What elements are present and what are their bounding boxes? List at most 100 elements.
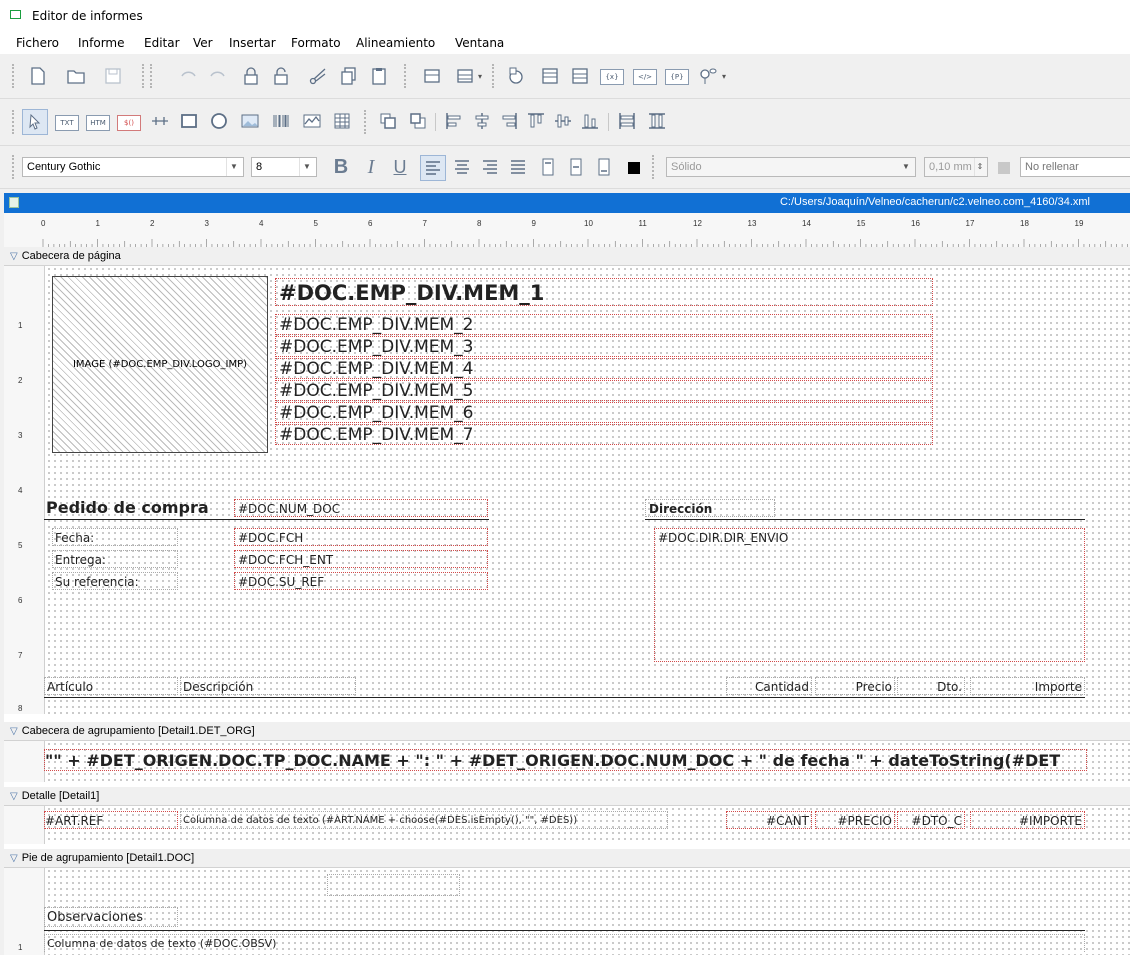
chevron-down-icon[interactable]: ▾ (478, 72, 482, 81)
menu-fichero[interactable]: Fichero (16, 36, 59, 50)
menu-formato[interactable]: Formato (291, 36, 341, 50)
menu-ver[interactable]: Ver (193, 36, 213, 50)
align-top-icon[interactable] (524, 109, 548, 133)
line-color-swatch[interactable] (998, 162, 1010, 174)
col-precio[interactable]: Precio (815, 677, 895, 695)
description-column-field[interactable]: Columna de datos de texto (#ART.NAME + c… (180, 811, 668, 829)
variable-tool-button[interactable]: $() (117, 115, 141, 131)
order-title[interactable]: Pedido de compra (44, 498, 218, 518)
art-ref-field[interactable]: #ART.REF (44, 811, 178, 829)
detail-band-icon[interactable] (568, 64, 592, 88)
code-button[interactable]: </> (633, 69, 657, 85)
barcode-tool-icon[interactable] (269, 109, 293, 133)
align-left-icon[interactable] (442, 109, 466, 133)
precio-field[interactable]: #PRECIO (815, 811, 895, 829)
send-back-icon[interactable] (406, 109, 430, 133)
text-align-right-icon[interactable] (478, 155, 502, 179)
cut-icon[interactable] (306, 64, 330, 88)
redo-icon[interactable] (206, 64, 230, 88)
fch-ent-field[interactable]: #DOC.FCH_ENT (234, 550, 488, 568)
empty-footer-field[interactable] (327, 874, 460, 896)
line-width-spinner[interactable]: 0,10 mm ⇕ (924, 157, 988, 177)
sql-variable-button[interactable]: {x} (600, 69, 624, 85)
line-style-combo[interactable]: Sólido ▼ (666, 157, 916, 177)
align-middle-icon[interactable] (551, 109, 575, 133)
fecha-label[interactable]: Fecha: (52, 528, 178, 546)
text-justify-icon[interactable] (506, 155, 530, 179)
mem1-field[interactable]: #DOC.EMP_DIV.MEM_1 (275, 278, 933, 306)
line-tool-icon[interactable] (148, 109, 172, 133)
same-width-icon[interactable] (615, 109, 639, 133)
collapse-triangle-icon[interactable]: ▽ (10, 726, 18, 737)
table-tool-icon[interactable] (330, 109, 354, 133)
text-color-swatch[interactable] (628, 162, 640, 174)
paste-icon[interactable] (367, 64, 391, 88)
unlock-icon[interactable] (269, 64, 293, 88)
bring-front-icon[interactable] (376, 109, 400, 133)
col-dto[interactable]: Dto. (897, 677, 965, 695)
report-settings-icon[interactable] (504, 64, 528, 88)
open-icon[interactable] (64, 64, 88, 88)
align-bottom-icon[interactable] (578, 109, 602, 133)
valign-middle-icon[interactable] (564, 155, 588, 179)
mem-field[interactable]: #DOC.EMP_DIV.MEM_3 (275, 336, 933, 357)
new-icon[interactable] (26, 64, 50, 88)
page-header-icon[interactable] (538, 64, 562, 88)
section-header-group-footer[interactable]: ▽ Pie de agrupamiento [Detail1.DOC] (4, 849, 1130, 868)
col-cantidad[interactable]: Cantidad (726, 677, 812, 695)
html-tool-button[interactable]: HTM (86, 115, 110, 131)
mem-field[interactable]: #DOC.EMP_DIV.MEM_5 (275, 380, 933, 401)
font-size-combo[interactable]: 8 ▼ (251, 157, 317, 177)
col-importe[interactable]: Importe (970, 677, 1085, 695)
menu-editar[interactable]: Editar (144, 36, 180, 50)
fch-field[interactable]: #DOC.FCH (234, 528, 488, 546)
group-expression-field[interactable]: "" + #DET_ORIGEN.DOC.TP_DOC.NAME + ": " … (44, 749, 1087, 771)
align-center-icon[interactable] (470, 109, 494, 133)
script-icon[interactable] (696, 64, 720, 88)
importe-field[interactable]: #IMPORTE (970, 811, 1085, 829)
select-pointer-icon[interactable] (22, 109, 48, 135)
observaciones-label[interactable]: Observaciones (44, 907, 178, 927)
copy-icon[interactable] (337, 64, 361, 88)
text-align-center-icon[interactable] (450, 155, 474, 179)
mem-field[interactable]: #DOC.EMP_DIV.MEM_6 (275, 402, 933, 423)
mem-field[interactable]: #DOC.EMP_DIV.MEM_7 (275, 424, 933, 445)
collapse-triangle-icon[interactable]: ▽ (10, 251, 18, 262)
parameter-button[interactable]: {P} (665, 69, 689, 85)
fill-combo[interactable]: No rellenar (1020, 157, 1130, 177)
ellipse-tool-icon[interactable] (207, 109, 231, 133)
valign-top-icon[interactable] (536, 155, 560, 179)
su-ref-field[interactable]: #DOC.SU_REF (234, 572, 488, 590)
menu-ventana[interactable]: Ventana (455, 36, 504, 50)
mem-field[interactable]: #DOC.EMP_DIV.MEM_4 (275, 358, 933, 379)
same-height-icon[interactable] (645, 109, 669, 133)
chart-tool-icon[interactable] (300, 109, 324, 133)
section-header-group[interactable]: ▽ Cabecera de agrupamiento [Detail1.DET_O… (4, 722, 1130, 741)
col-articulo[interactable]: Artículo (44, 677, 178, 695)
logo-image-placeholder[interactable]: IMAGE (#DOC.EMP_DIV.LOGO_IMP) (52, 276, 268, 453)
observaciones-field[interactable]: Columna de datos de texto (#DOC.OBSV) (44, 934, 1085, 952)
num-doc-field[interactable]: #DOC.NUM_DOC (234, 499, 488, 517)
image-tool-icon[interactable] (238, 109, 262, 133)
band-menu-icon[interactable] (453, 64, 477, 88)
direccion-label[interactable]: Dirección (645, 499, 775, 517)
entrega-label[interactable]: Entrega: (52, 550, 178, 568)
menu-insertar[interactable]: Insertar (229, 36, 276, 50)
menu-informe[interactable]: Informe (78, 36, 125, 50)
font-combo[interactable]: Century Gothic ▼ (22, 157, 244, 177)
menu-alineamiento[interactable]: Alineamiento (356, 36, 435, 50)
dir-envio-field[interactable]: #DOC.DIR.DIR_ENVIO (654, 528, 1085, 662)
text-align-left-icon[interactable] (420, 155, 446, 181)
collapse-triangle-icon[interactable]: ▽ (10, 853, 18, 864)
collapse-triangle-icon[interactable]: ▽ (10, 791, 18, 802)
rectangle-tool-icon[interactable] (177, 109, 201, 133)
insert-band-icon[interactable] (420, 64, 444, 88)
col-descripcion[interactable]: Descripción (180, 677, 356, 695)
chevron-down-icon[interactable]: ▾ (722, 72, 726, 81)
undo-icon[interactable] (176, 64, 200, 88)
align-right-icon[interactable] (497, 109, 521, 133)
section-header-page[interactable]: ▽ Cabecera de página (4, 247, 1130, 266)
dto-field[interactable]: #DTO_C (897, 811, 965, 829)
referencia-label[interactable]: Su referencia: (52, 572, 178, 590)
save-icon[interactable] (101, 64, 125, 88)
